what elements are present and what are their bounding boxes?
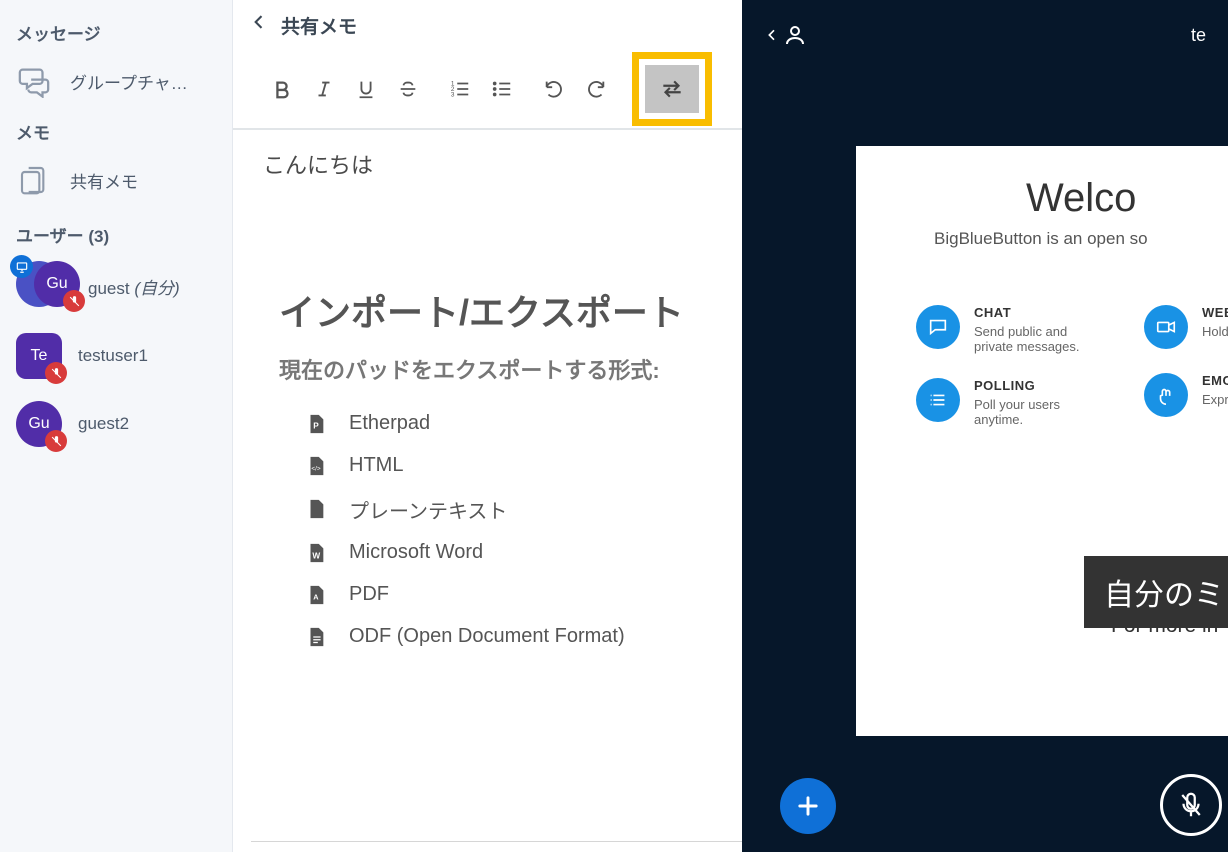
shared-notes-panel: 共有メモ 123 こんにちは インポート/エクスポート 現在のパッドをエクスポー… xyxy=(232,0,742,852)
messages-header: メッセージ xyxy=(0,10,232,53)
svg-text:W: W xyxy=(312,551,320,560)
file-odf-icon xyxy=(305,624,327,650)
notes-icon xyxy=(16,162,52,198)
undo-button[interactable] xyxy=(535,70,573,108)
slide-subtitle: BigBlueButton is an open so xyxy=(934,229,1228,249)
file-word-icon: W xyxy=(305,540,327,566)
unordered-list-button[interactable] xyxy=(483,70,521,108)
shared-notes-item[interactable]: 共有メモ xyxy=(0,152,232,208)
mute-button[interactable] xyxy=(1160,774,1222,836)
editor-content[interactable]: こんにちは xyxy=(233,130,742,198)
user-row[interactable]: Te testuser1 xyxy=(0,325,232,387)
notes-header: メモ xyxy=(0,109,232,152)
mic-muted-icon xyxy=(45,430,67,452)
mute-tooltip: 自分のミュート xyxy=(1084,556,1228,628)
import-export-button[interactable] xyxy=(632,52,712,126)
italic-button[interactable] xyxy=(305,70,343,108)
export-pdf[interactable]: A PDF xyxy=(279,574,724,616)
person-icon xyxy=(783,23,807,47)
user-avatar-initials: Gu xyxy=(28,415,49,433)
slide-title: Welco xyxy=(1026,176,1228,221)
group-chat-item[interactable]: グループチャ… xyxy=(0,53,232,109)
export-html[interactable]: </> HTML xyxy=(279,445,724,487)
svg-text:P: P xyxy=(313,421,319,430)
user-avatar-initials: Te xyxy=(31,347,48,365)
dialog-subtitle: 現在のパッドをエクスポートする形式: xyxy=(279,355,724,387)
bold-button[interactable] xyxy=(263,70,301,108)
file-pdf-icon: A xyxy=(305,582,327,608)
polling-feature-icon xyxy=(916,378,960,422)
user-name: testuser1 xyxy=(78,346,148,366)
group-chat-label: グループチャ… xyxy=(70,69,188,94)
chat-feature-icon xyxy=(916,305,960,349)
user-name-self: guest (自分) xyxy=(88,274,180,299)
file-etherpad-icon: P xyxy=(305,411,327,437)
file-html-icon: </> xyxy=(305,453,327,479)
presenter-badge-icon xyxy=(10,255,33,278)
redo-button[interactable] xyxy=(577,70,615,108)
feature-emojis: EMOJISExpress xyxy=(1144,373,1228,417)
export-plaintext[interactable]: プレーンテキスト xyxy=(279,487,724,532)
import-export-dialog: インポート/エクスポート 現在のパッドをエクスポートする形式: P Etherp… xyxy=(279,290,724,658)
svg-text:3: 3 xyxy=(451,91,455,98)
swap-icon xyxy=(645,65,699,113)
presentation-slide: Welco BigBlueButton is an open so CHATSe… xyxy=(856,146,1228,736)
mic-muted-icon xyxy=(45,362,67,384)
shared-notes-label: 共有メモ xyxy=(70,168,138,193)
ordered-list-button[interactable]: 123 xyxy=(441,70,479,108)
meeting-title: te xyxy=(1191,25,1206,46)
actions-button[interactable] xyxy=(780,778,836,834)
file-text-icon xyxy=(305,496,327,522)
presentation-area: te Welco BigBlueButton is an open so CHA… xyxy=(742,0,1228,852)
export-etherpad[interactable]: P Etherpad xyxy=(279,403,724,445)
mic-muted-icon xyxy=(63,290,85,312)
emoji-feature-icon xyxy=(1144,373,1188,417)
user-row-self[interactable]: Gu guest (自分) xyxy=(0,253,232,319)
editor-toolbar: 123 xyxy=(233,50,742,130)
plus-icon xyxy=(794,792,822,820)
chat-icon xyxy=(16,63,52,99)
svg-text:A: A xyxy=(313,592,319,601)
underline-button[interactable] xyxy=(347,70,385,108)
back-icon[interactable] xyxy=(249,12,269,38)
mic-muted-icon xyxy=(1176,790,1206,820)
left-sidebar: メッセージ グループチャ… メモ 共有メモ ユーザー (3) Gu gue xyxy=(0,0,232,852)
strikethrough-button[interactable] xyxy=(389,70,427,108)
webcam-feature-icon xyxy=(1144,305,1188,349)
feature-chat: CHATSend public and private messages. xyxy=(916,305,1104,354)
export-word[interactable]: W Microsoft Word xyxy=(279,532,724,574)
user-name: guest2 xyxy=(78,414,129,434)
dialog-title: インポート/エクスポート xyxy=(279,290,724,337)
divider xyxy=(251,841,742,842)
notes-panel-title: 共有メモ xyxy=(281,12,357,39)
user-list-toggle[interactable] xyxy=(764,23,807,47)
export-odf[interactable]: ODF (Open Document Format) xyxy=(279,616,724,658)
feature-polling: POLLINGPoll your users anytime. xyxy=(916,378,1104,427)
svg-text:</>: </> xyxy=(311,465,321,472)
editor-text-line: こんにちは xyxy=(263,153,373,178)
user-avatar-initials: Gu xyxy=(46,275,67,293)
user-row[interactable]: Gu guest2 xyxy=(0,393,232,455)
feature-webcam: WEBCAHold vi xyxy=(1144,305,1228,349)
users-header: ユーザー (3) xyxy=(0,208,232,253)
